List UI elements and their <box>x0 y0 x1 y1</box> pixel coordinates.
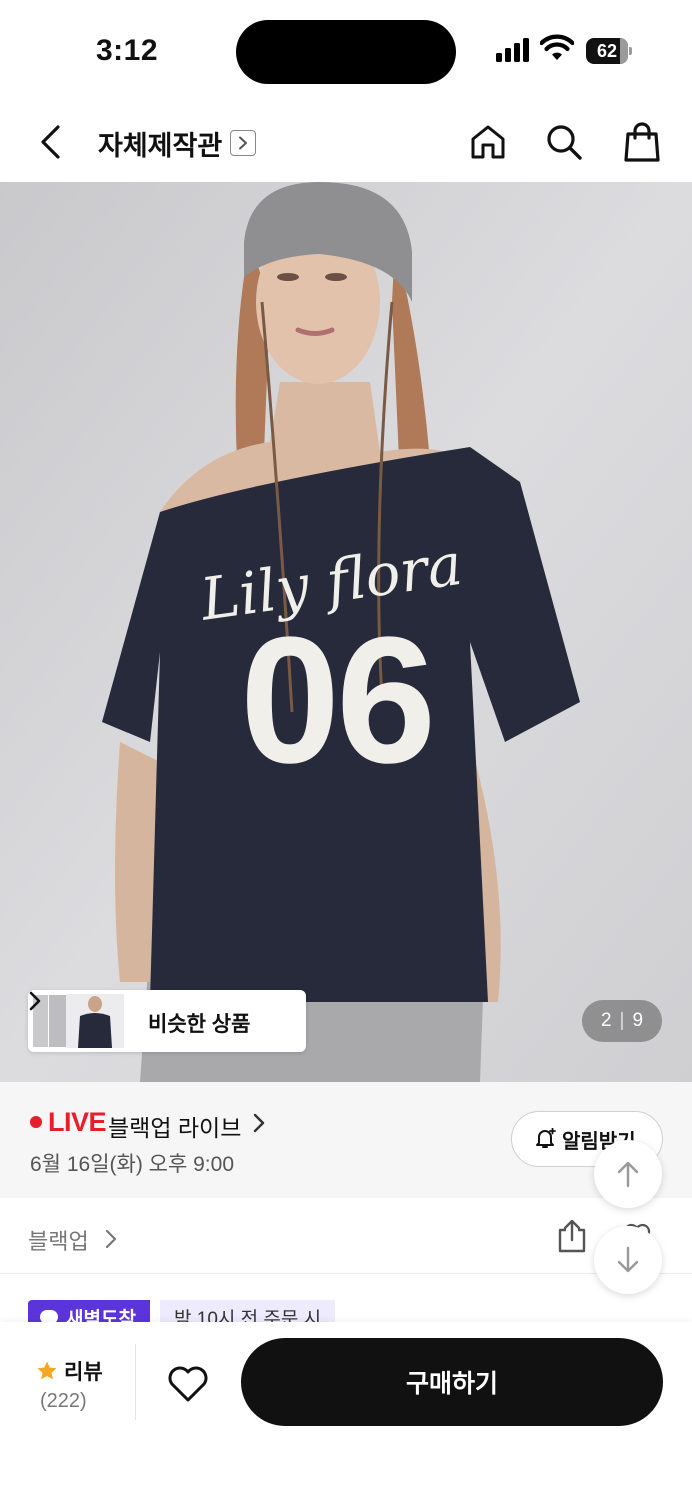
brand-row: 블랙업 <box>0 1198 692 1274</box>
heart-icon <box>168 1366 208 1402</box>
live-banner[interactable]: LIVE 블랙업 라이브 6월 16일(화) 오후 9:00 알림받기 <box>0 1082 692 1198</box>
bell-plus-icon <box>536 1128 556 1148</box>
live-title[interactable]: 블랙업 라이브 <box>108 1109 241 1143</box>
counter-current: 2 <box>600 1010 612 1031</box>
live-dot <box>30 1116 42 1128</box>
review-summary[interactable]: 리뷰 (222) <box>28 1350 134 1424</box>
delivery-info: 새벽도착 밤 10시 전 주문 시 <box>0 1274 692 1322</box>
similar-products-label: 비슷한 상품 <box>148 1013 251 1036</box>
back-button[interactable] <box>30 120 70 164</box>
chevron-right-icon <box>29 991 41 1011</box>
status-bar: 3:12 62 <box>0 0 692 100</box>
cellular-signal-icon <box>496 38 532 62</box>
battery-level: 62 <box>596 41 618 61</box>
search-icon <box>547 125 582 160</box>
buy-button[interactable]: 구매하기 <box>241 1338 663 1426</box>
product-image-carousel[interactable]: Lily flora 06 비슷한 상품 2 | 9 <box>0 182 692 1082</box>
similar-products-thumbnails <box>32 994 124 1048</box>
share-icon[interactable] <box>554 1218 590 1254</box>
app-header: 자체제작관 <box>0 100 692 182</box>
store-title[interactable]: 자체제작관 <box>98 124 222 163</box>
cart-button[interactable] <box>620 120 664 164</box>
delivery-badge-label: 새벽도착 <box>66 1308 136 1323</box>
home-icon <box>471 125 505 159</box>
wifi-icon <box>540 34 574 60</box>
home-button[interactable] <box>466 120 510 164</box>
product-photo: Lily flora 06 <box>0 182 692 1082</box>
bottom-action-bar: 리뷰 (222) 구매하기 <box>0 1322 692 1500</box>
live-date: 6월 16일(화) 오후 9:00 <box>30 1153 234 1176</box>
chevron-right-icon <box>105 1229 117 1249</box>
star-icon <box>37 1361 57 1380</box>
wishlist-button[interactable] <box>162 1358 214 1410</box>
brand-name[interactable]: 블랙업 <box>28 1224 89 1256</box>
chevron-right-icon <box>239 136 247 150</box>
dawn-delivery-badge: 새벽도착 <box>28 1300 150 1322</box>
review-label: 리뷰 <box>64 1361 103 1384</box>
status-time: 3:12 <box>96 34 159 67</box>
similar-products-button[interactable]: 비슷한 상품 <box>28 990 306 1052</box>
scroll-down-button[interactable] <box>594 1226 662 1294</box>
scroll-up-button[interactable] <box>594 1140 662 1208</box>
battery-icon: 62 <box>586 38 632 64</box>
live-tag: LIVE <box>48 1107 107 1137</box>
search-button[interactable] <box>542 120 586 164</box>
back-icon <box>41 125 60 159</box>
counter-total: 9 <box>632 1010 644 1031</box>
image-page-counter: 2 | 9 <box>582 1000 662 1042</box>
arrow-down-icon <box>617 1246 639 1273</box>
dynamic-island <box>236 20 456 84</box>
review-count: (222) <box>40 1390 87 1412</box>
counter-separator: | <box>619 1010 625 1031</box>
chevron-right-icon <box>253 1113 265 1133</box>
shopping-bag-icon <box>624 122 660 162</box>
divider <box>135 1344 136 1420</box>
shirt-print-number: 06 <box>240 600 432 801</box>
delivery-icon <box>40 1310 58 1322</box>
delivery-text: 밤 10시 전 주문 시 <box>160 1300 336 1322</box>
store-chevron-button[interactable] <box>230 130 256 156</box>
arrow-up-icon <box>617 1161 639 1188</box>
